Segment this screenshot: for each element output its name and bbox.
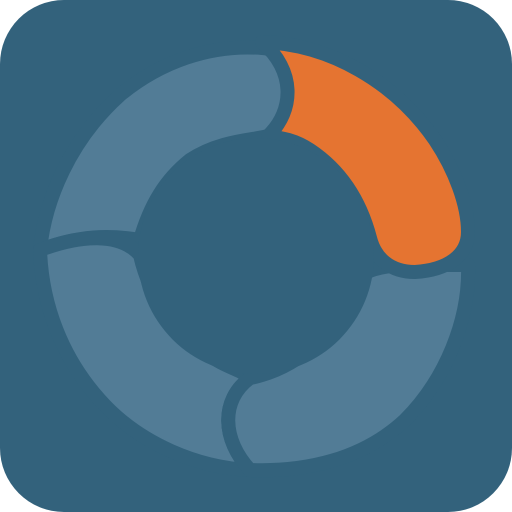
- app-icon-stage: [0, 0, 512, 512]
- ring-icon: [33, 35, 476, 478]
- ring-center-hole: [138, 138, 374, 374]
- app-icon[interactable]: [0, 0, 512, 512]
